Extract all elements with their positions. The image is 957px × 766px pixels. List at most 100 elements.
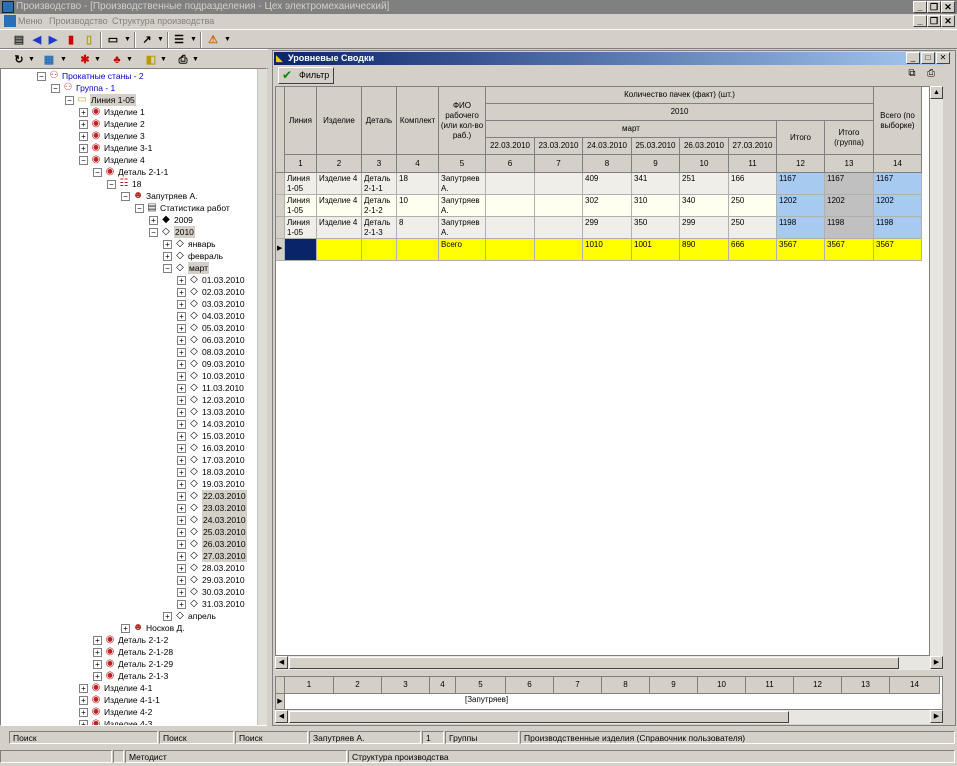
scroll-right-icon[interactable]: ▶ <box>930 656 943 669</box>
collapse-icon[interactable]: − <box>37 72 46 81</box>
restore-button[interactable]: ❐ <box>927 1 941 13</box>
scroll-thumb[interactable] <box>289 711 789 723</box>
table-cell[interactable]: Изделие 4 <box>317 195 362 217</box>
tree-node[interactable]: + ☻ Носков Д. <box>1 622 257 634</box>
tree-node[interactable]: + ◇ 01.03.2010 <box>1 274 257 286</box>
tree-node[interactable]: + ◉ Изделие 1 <box>1 106 257 118</box>
total-cell[interactable]: 3567 <box>777 239 825 261</box>
collapse-icon[interactable]: − <box>149 228 158 237</box>
tree-node[interactable]: + ◇ 13.03.2010 <box>1 406 257 418</box>
total-cell[interactable] <box>362 239 397 261</box>
expand-icon[interactable]: + <box>177 300 186 309</box>
database-icon[interactable]: ◧ <box>144 53 158 67</box>
table-cell[interactable] <box>535 217 583 239</box>
expand-icon[interactable]: + <box>177 480 186 489</box>
view-icon[interactable]: ▭ <box>106 33 120 47</box>
collapse-icon[interactable]: − <box>79 156 88 165</box>
expand-icon[interactable]: + <box>177 456 186 465</box>
collapse-icon[interactable]: − <box>163 264 172 273</box>
close-button[interactable]: ✕ <box>941 1 955 13</box>
total-cell[interactable] <box>397 239 439 261</box>
table-cell[interactable]: 299 <box>583 217 632 239</box>
tree-node[interactable]: + ◇ 05.03.2010 <box>1 322 257 334</box>
chevron-down-icon[interactable]: ▼ <box>124 33 131 47</box>
tree-node[interactable]: + ◇ 14.03.2010 <box>1 418 257 430</box>
row-indicator[interactable] <box>276 195 285 217</box>
table-cell[interactable]: Запутряев А. <box>439 217 486 239</box>
table-cell[interactable] <box>535 195 583 217</box>
tools-icon[interactable]: ↗ <box>140 33 154 47</box>
table-cell[interactable]: 341 <box>632 173 680 195</box>
chevron-down-icon[interactable]: ▼ <box>94 53 101 67</box>
mdi-minimize-button[interactable]: _ <box>913 15 927 27</box>
table-cell[interactable]: Деталь 2-1-2 <box>362 195 397 217</box>
table-cell[interactable]: Линия 1-05 <box>285 217 317 239</box>
expand-icon[interactable]: + <box>177 576 186 585</box>
total-cell[interactable] <box>317 239 362 261</box>
tree-node[interactable]: + ◉ Изделие 3-1 <box>1 142 257 154</box>
table-cell[interactable]: 350 <box>632 217 680 239</box>
tree-node[interactable]: − ☷ 18 <box>1 178 257 190</box>
search-field-1[interactable]: Поиск <box>9 731 158 744</box>
tree-node[interactable]: + ◇ 17.03.2010 <box>1 454 257 466</box>
expand-icon[interactable]: + <box>93 660 102 669</box>
expand-icon[interactable]: + <box>177 552 186 561</box>
table-cell[interactable]: Линия 1-05 <box>285 173 317 195</box>
tree-node[interactable]: + ◇ 04.03.2010 <box>1 310 257 322</box>
expand-icon[interactable]: + <box>79 696 88 705</box>
total-cell[interactable]: Всего <box>439 239 486 261</box>
table-cell[interactable] <box>535 173 583 195</box>
tree-node[interactable]: + ◉ Деталь 2-1-2 <box>1 634 257 646</box>
tree-node[interactable]: − ▤ Статистика работ <box>1 202 257 214</box>
mdi-restore-button[interactable]: ❐ <box>927 15 941 27</box>
row-indicator[interactable] <box>276 173 285 195</box>
tree-node[interactable]: + ◇ апрель <box>1 610 257 622</box>
tree-node[interactable]: + ◇ 30.03.2010 <box>1 586 257 598</box>
print-icon[interactable]: ⎙ <box>924 68 938 82</box>
footer-horizontal-scrollbar[interactable]: ◀ ▶ <box>275 710 943 724</box>
tree-node[interactable]: + ◇ 26.03.2010 <box>1 538 257 550</box>
table-cell[interactable]: 1202 <box>777 195 825 217</box>
row-indicator[interactable] <box>276 217 285 239</box>
expand-icon[interactable]: + <box>79 108 88 117</box>
total-cell[interactable]: 3567 <box>825 239 874 261</box>
menu-item-menu[interactable]: Меню <box>18 14 42 28</box>
tree-node[interactable]: + ◇ февраль <box>1 250 257 262</box>
expand-icon[interactable]: + <box>177 432 186 441</box>
panel-maximize-button[interactable]: □ <box>921 52 935 64</box>
expand-icon[interactable]: + <box>79 720 88 725</box>
total-cell[interactable]: 890 <box>680 239 729 261</box>
chevron-down-icon[interactable]: ▼ <box>224 33 231 47</box>
tree-node[interactable]: + ◉ Деталь 2-1-3 <box>1 670 257 682</box>
tree-node[interactable]: + ◉ Изделие 3 <box>1 130 257 142</box>
tree-node[interactable]: + ◇ 16.03.2010 <box>1 442 257 454</box>
tree-node[interactable]: − ▭ Линия 1-05 <box>1 94 257 106</box>
table-cell[interactable]: 10 <box>397 195 439 217</box>
menu-item-structure[interactable]: Структура производства <box>112 14 214 28</box>
table-cell[interactable]: Запутряев А. <box>439 173 486 195</box>
tree-node[interactable]: − ◇ 2010 <box>1 226 257 238</box>
expand-icon[interactable]: + <box>79 708 88 717</box>
expand-icon[interactable]: + <box>177 288 186 297</box>
expand-icon[interactable]: + <box>177 540 186 549</box>
table-cell[interactable]: 251 <box>680 173 729 195</box>
table-cell[interactable]: 1202 <box>825 195 874 217</box>
expand-icon[interactable]: + <box>163 240 172 249</box>
settings-icon[interactable]: ✱ <box>78 53 92 67</box>
tree-node[interactable]: + ◇ 24.03.2010 <box>1 514 257 526</box>
tree-node[interactable]: + ◇ 06.03.2010 <box>1 334 257 346</box>
grid-vertical-scrollbar[interactable]: ▲ ▼ <box>930 86 943 670</box>
tree-node[interactable]: + ◉ Изделие 4-1 <box>1 682 257 694</box>
table-cell[interactable]: Изделие 4 <box>317 173 362 195</box>
table-cell[interactable]: 299 <box>680 217 729 239</box>
tree-node[interactable]: − ⚇ Группа - 1 <box>1 82 257 94</box>
export-icon[interactable]: ⧉ <box>905 68 919 82</box>
tree-node[interactable]: + ◇ 08.03.2010 <box>1 346 257 358</box>
expand-icon[interactable]: + <box>177 396 186 405</box>
table-cell[interactable]: 1198 <box>825 217 874 239</box>
scroll-up-icon[interactable]: ▲ <box>930 86 943 99</box>
grid-horizontal-scrollbar[interactable]: ◀ ▶ <box>275 656 943 670</box>
table-cell[interactable]: 8 <box>397 217 439 239</box>
table-cell[interactable]: 250 <box>729 195 777 217</box>
expand-icon[interactable]: + <box>177 600 186 609</box>
